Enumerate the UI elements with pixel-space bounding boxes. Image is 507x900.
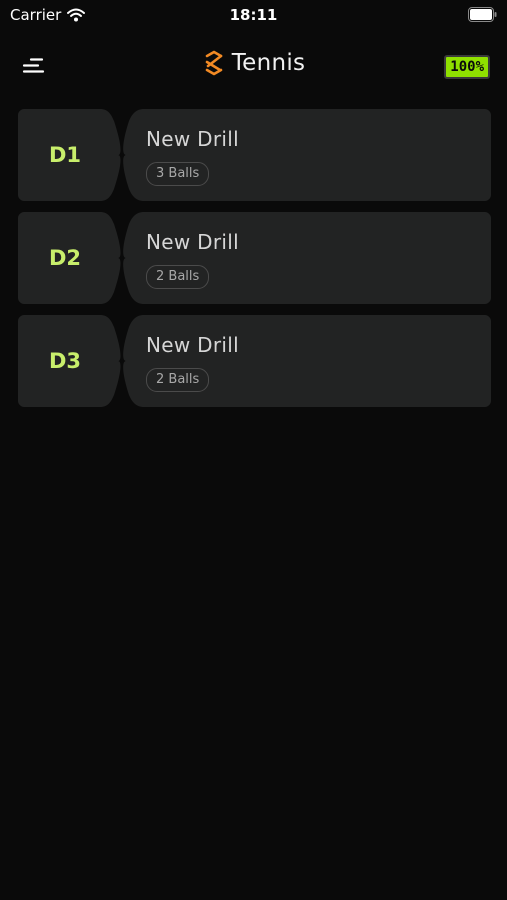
drill-id: D2 (48, 246, 82, 270)
tennis-logo-icon (205, 50, 222, 76)
balls-badge: 2 Balls (146, 368, 210, 392)
drill-card[interactable]: D2 New Drill 2 Balls (18, 212, 491, 304)
battery-icon (468, 7, 497, 22)
drill-list: D1 New Drill 3 Balls D2 New Drill 2 Ball… (18, 109, 491, 418)
drill-card[interactable]: D1 New Drill 3 Balls (18, 109, 491, 201)
drill-name: New Drill (146, 333, 239, 357)
drill-name: New Drill (146, 230, 239, 254)
drill-name: New Drill (146, 127, 239, 151)
drill-id: D3 (48, 349, 82, 373)
device-battery-badge: 100% (444, 55, 490, 79)
balls-badge: 3 Balls (146, 162, 210, 186)
nav-bar: Tennis 100% (0, 40, 507, 94)
balls-badge: 2 Balls (146, 265, 210, 289)
status-bar: Carrier 18:11 (0, 0, 507, 32)
status-time: 18:11 (229, 6, 278, 24)
drill-id: D1 (48, 143, 82, 167)
app-brand: Tennis (0, 50, 507, 76)
page-title: Tennis (231, 50, 306, 76)
drill-card[interactable]: D3 New Drill 2 Balls (18, 315, 491, 407)
